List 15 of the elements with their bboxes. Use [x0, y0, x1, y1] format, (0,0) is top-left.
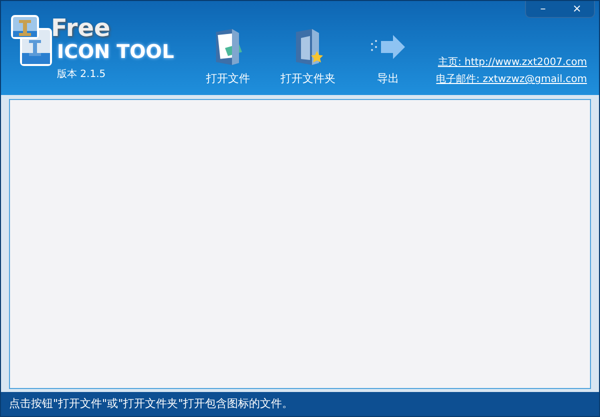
minimize-button[interactable]: –	[526, 1, 560, 17]
logo-text: Free	[51, 15, 112, 41]
toolbar-button[interactable]: 打开文件	[196, 27, 260, 95]
close-button[interactable]: ×	[560, 1, 594, 17]
toolbar-button[interactable]: 打开文件夹	[276, 27, 340, 95]
toolbar-button[interactable]: 导出	[356, 27, 420, 95]
contact-link[interactable]: 主页: http://www.zxt2007.com	[438, 55, 587, 70]
contact-link[interactable]: 电子邮件: zxtwzwz@gmail.com	[436, 72, 587, 87]
arrow-right-icon	[369, 32, 407, 62]
logo-text: ICON TOOL	[57, 41, 174, 63]
status-text: 点击按钮"打开文件"或"打开文件夹"打开包含图标的文件。	[9, 396, 294, 412]
folder-star-icon	[293, 28, 323, 66]
document-folder-icon	[213, 28, 243, 66]
version-label: 版本 2.1.5	[57, 68, 107, 82]
logo-icon	[11, 15, 53, 67]
